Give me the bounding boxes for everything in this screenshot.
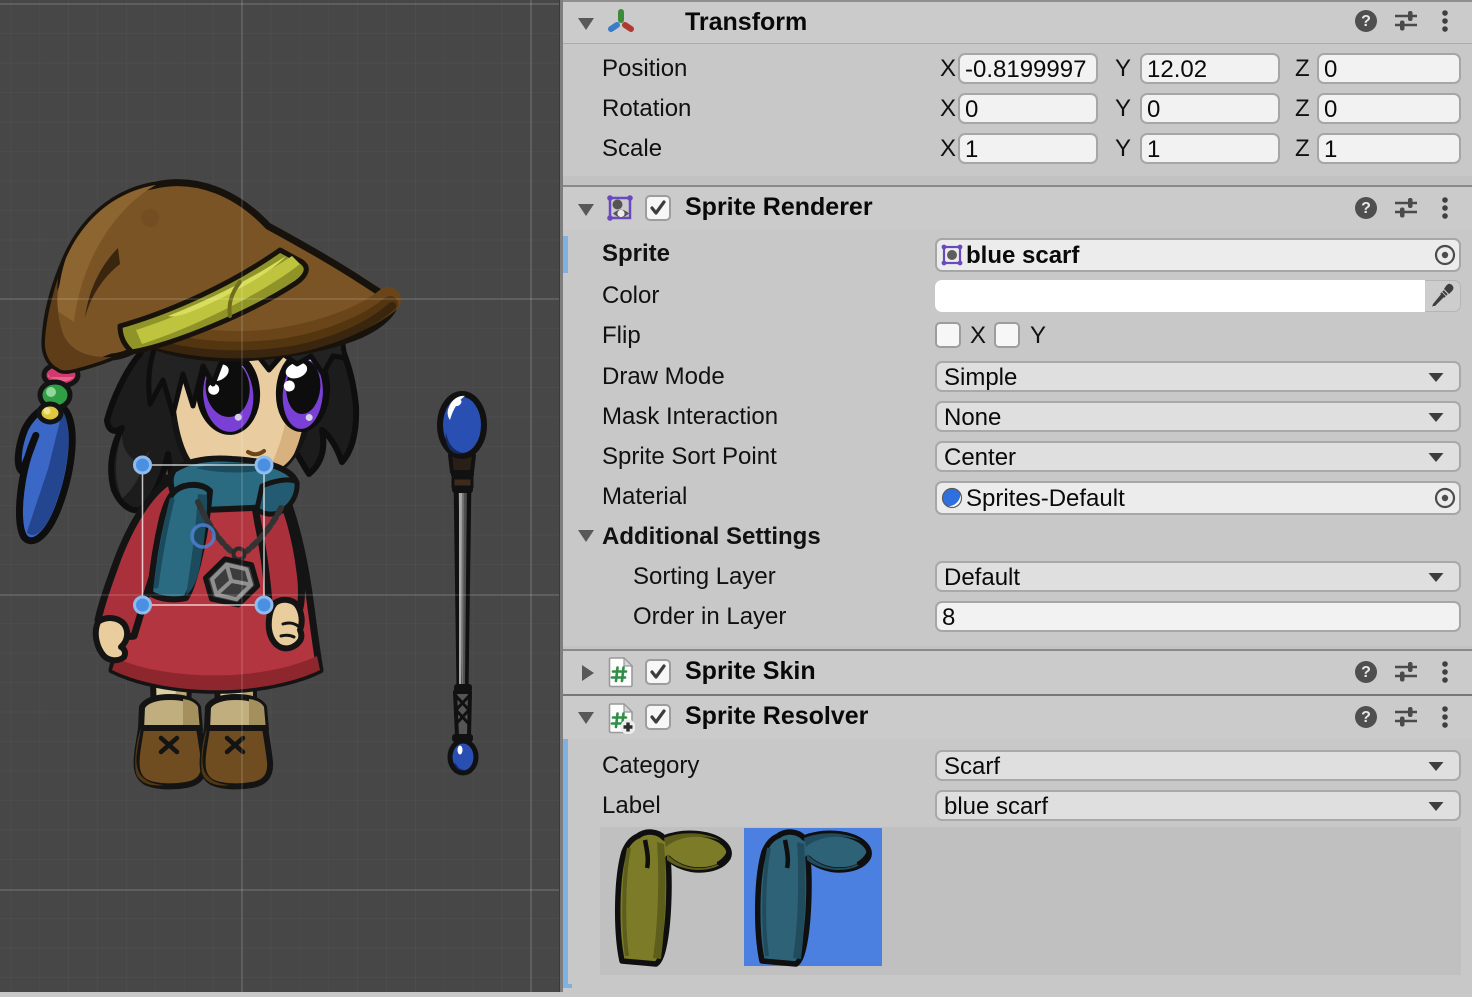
svg-text:?: ? — [1361, 13, 1371, 30]
svg-text:?: ? — [1361, 200, 1371, 217]
svg-text:?: ? — [1361, 664, 1371, 681]
svg-text:?: ? — [1361, 709, 1371, 726]
